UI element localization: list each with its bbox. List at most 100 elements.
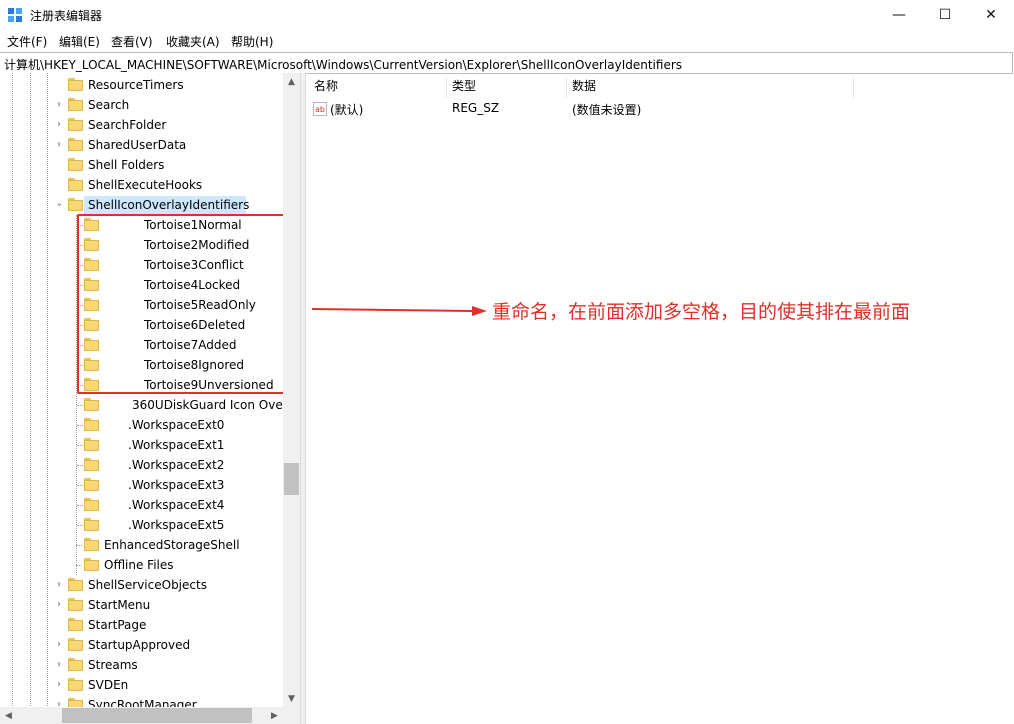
folder-icon: [68, 658, 83, 671]
tree-node[interactable]: › Streams: [52, 655, 282, 675]
tree-node[interactable]: .WorkspaceExt3: [76, 475, 281, 495]
column-header-name[interactable]: 名称: [314, 77, 338, 99]
tree-node[interactable]: › ShellServiceObjects: [52, 575, 282, 595]
tree-node[interactable]: Offline Files: [68, 555, 281, 575]
menu-view[interactable]: 查看(V): [111, 33, 153, 50]
chevron-right-icon[interactable]: ›: [54, 699, 64, 707]
folder-icon: [68, 158, 83, 171]
tree-node[interactable]: StartPage: [52, 615, 282, 635]
tree-node[interactable]: .WorkspaceExt2: [76, 455, 281, 475]
scroll-right-icon[interactable]: ▶: [266, 707, 283, 724]
tree-vertical-scrollbar[interactable]: ▲ ▼: [283, 73, 300, 707]
tree-node[interactable]: › Search: [52, 95, 282, 115]
tree-node-label: Search: [88, 98, 130, 112]
tree-horizontal-scrollbar[interactable]: ◀ ▶: [0, 707, 283, 724]
menu-help[interactable]: 帮助(H): [231, 33, 273, 50]
column-separator[interactable]: [566, 78, 567, 98]
tree-node[interactable]: 360UDiskGuard Icon Over: [76, 395, 288, 415]
value-data: (数值未设置): [572, 103, 642, 117]
tree-node-label: .WorkspaceExt2: [128, 458, 225, 472]
chevron-right-icon[interactable]: ›: [54, 599, 64, 610]
tree-node-label: StartPage: [88, 618, 147, 632]
menu-file[interactable]: 文件(F): [7, 33, 47, 50]
scroll-down-icon[interactable]: ▼: [283, 690, 300, 707]
chevron-right-icon[interactable]: ›: [54, 99, 64, 110]
title-bar: 注册表编辑器 — ☐ ✕: [0, 0, 1014, 30]
chevron-right-icon[interactable]: ›: [54, 659, 64, 670]
folder-icon: [68, 98, 83, 111]
menu-favorites[interactable]: 收藏夹(A): [166, 33, 220, 50]
scrollbar-corner: [283, 707, 300, 724]
tree-node-label: .WorkspaceExt5: [128, 518, 225, 532]
folder-icon: [84, 418, 99, 431]
registry-editor-icon: [8, 8, 22, 22]
maximize-button[interactable]: ☐: [922, 0, 968, 30]
column-header-type[interactable]: 类型: [452, 77, 476, 99]
folder-icon: [68, 118, 83, 131]
tree-node[interactable]: › StartMenu: [52, 595, 282, 615]
chevron-right-icon[interactable]: ›: [54, 679, 64, 690]
tree-guide-line: [12, 73, 13, 724]
tree-node[interactable]: EnhancedStorageShell: [68, 535, 281, 555]
tree-node-label: SearchFolder: [88, 118, 167, 132]
scroll-left-icon[interactable]: ◀: [0, 707, 17, 724]
scroll-up-icon[interactable]: ▲: [283, 73, 300, 90]
folder-icon: [68, 578, 83, 591]
window-title: 注册表编辑器: [30, 9, 103, 23]
tree-node[interactable]: › StartupApproved: [52, 635, 282, 655]
folder-icon: [84, 558, 99, 571]
scroll-thumb[interactable]: [62, 708, 252, 723]
folder-icon: [84, 518, 99, 531]
annotation-arrow: [312, 306, 487, 316]
tree-node-label: .WorkspaceExt0: [128, 418, 225, 432]
tree-node-label: SyncRootManager: [88, 698, 197, 707]
chevron-right-icon[interactable]: ›: [54, 119, 64, 130]
column-separator[interactable]: [853, 78, 854, 98]
tree-node[interactable]: .WorkspaceExt5: [76, 515, 281, 535]
tree-node-label: EnhancedStorageShell: [104, 538, 240, 552]
chevron-right-icon[interactable]: ›: [54, 579, 64, 590]
chevron-down-icon[interactable]: ›: [54, 200, 65, 210]
menu-edit[interactable]: 编辑(E): [59, 33, 100, 50]
folder-icon: [84, 398, 99, 411]
chevron-right-icon[interactable]: ›: [54, 639, 64, 650]
annotation-text: 重命名，在前面添加多空格，目的使其排在最前面: [492, 301, 911, 323]
tree-connector: [77, 445, 83, 446]
tree-connector: [77, 485, 83, 486]
tree-guide-line: [47, 73, 48, 724]
close-button[interactable]: ✕: [968, 0, 1014, 30]
annotation-highlight-box: [77, 214, 299, 394]
string-value-icon: ab: [313, 102, 327, 116]
pane-splitter[interactable]: [300, 73, 306, 724]
chevron-right-icon[interactable]: ›: [54, 139, 64, 150]
tree-node[interactable]: ResourceTimers: [52, 75, 282, 95]
maximize-icon: ☐: [938, 7, 952, 23]
folder-icon: [68, 78, 83, 91]
folder-icon: [84, 498, 99, 511]
minimize-button[interactable]: —: [876, 0, 922, 30]
tree-guide-line: [30, 73, 31, 724]
value-name: (默认): [330, 103, 364, 117]
tree-node-label: StartMenu: [88, 598, 151, 612]
tree-node[interactable]: .WorkspaceExt4: [76, 495, 281, 515]
tree-node[interactable]: .WorkspaceExt1: [76, 435, 281, 455]
tree-node[interactable]: Shell Folders: [52, 155, 282, 175]
tree-node[interactable]: › SearchFolder: [52, 115, 282, 135]
column-separator[interactable]: [446, 78, 447, 98]
tree-node-label: Streams: [88, 658, 138, 672]
folder-icon: [84, 478, 99, 491]
tree-node[interactable]: › SyncRootManager: [52, 695, 282, 707]
folder-icon: [68, 698, 83, 707]
tree-node-label: Offline Files: [104, 558, 174, 572]
scroll-thumb[interactable]: [284, 463, 299, 495]
tree-node[interactable]: › SharedUserData: [52, 135, 282, 155]
folder-icon: [84, 458, 99, 471]
tree-node-selected[interactable]: › ShellIconOverlayIdentifiers: [52, 195, 282, 215]
tree-node[interactable]: .WorkspaceExt0: [76, 415, 281, 435]
address-bar[interactable]: 计算机\HKEY_LOCAL_MACHINE\SOFTWARE\Microsof…: [0, 52, 1013, 74]
tree-node[interactable]: ShellExecuteHooks: [52, 175, 282, 195]
address-path[interactable]: 计算机\HKEY_LOCAL_MACHINE\SOFTWARE\Microsof…: [4, 56, 682, 73]
folder-icon: [84, 438, 99, 451]
column-header-data[interactable]: 数据: [572, 77, 596, 99]
tree-node[interactable]: › SVDEn: [52, 675, 282, 695]
